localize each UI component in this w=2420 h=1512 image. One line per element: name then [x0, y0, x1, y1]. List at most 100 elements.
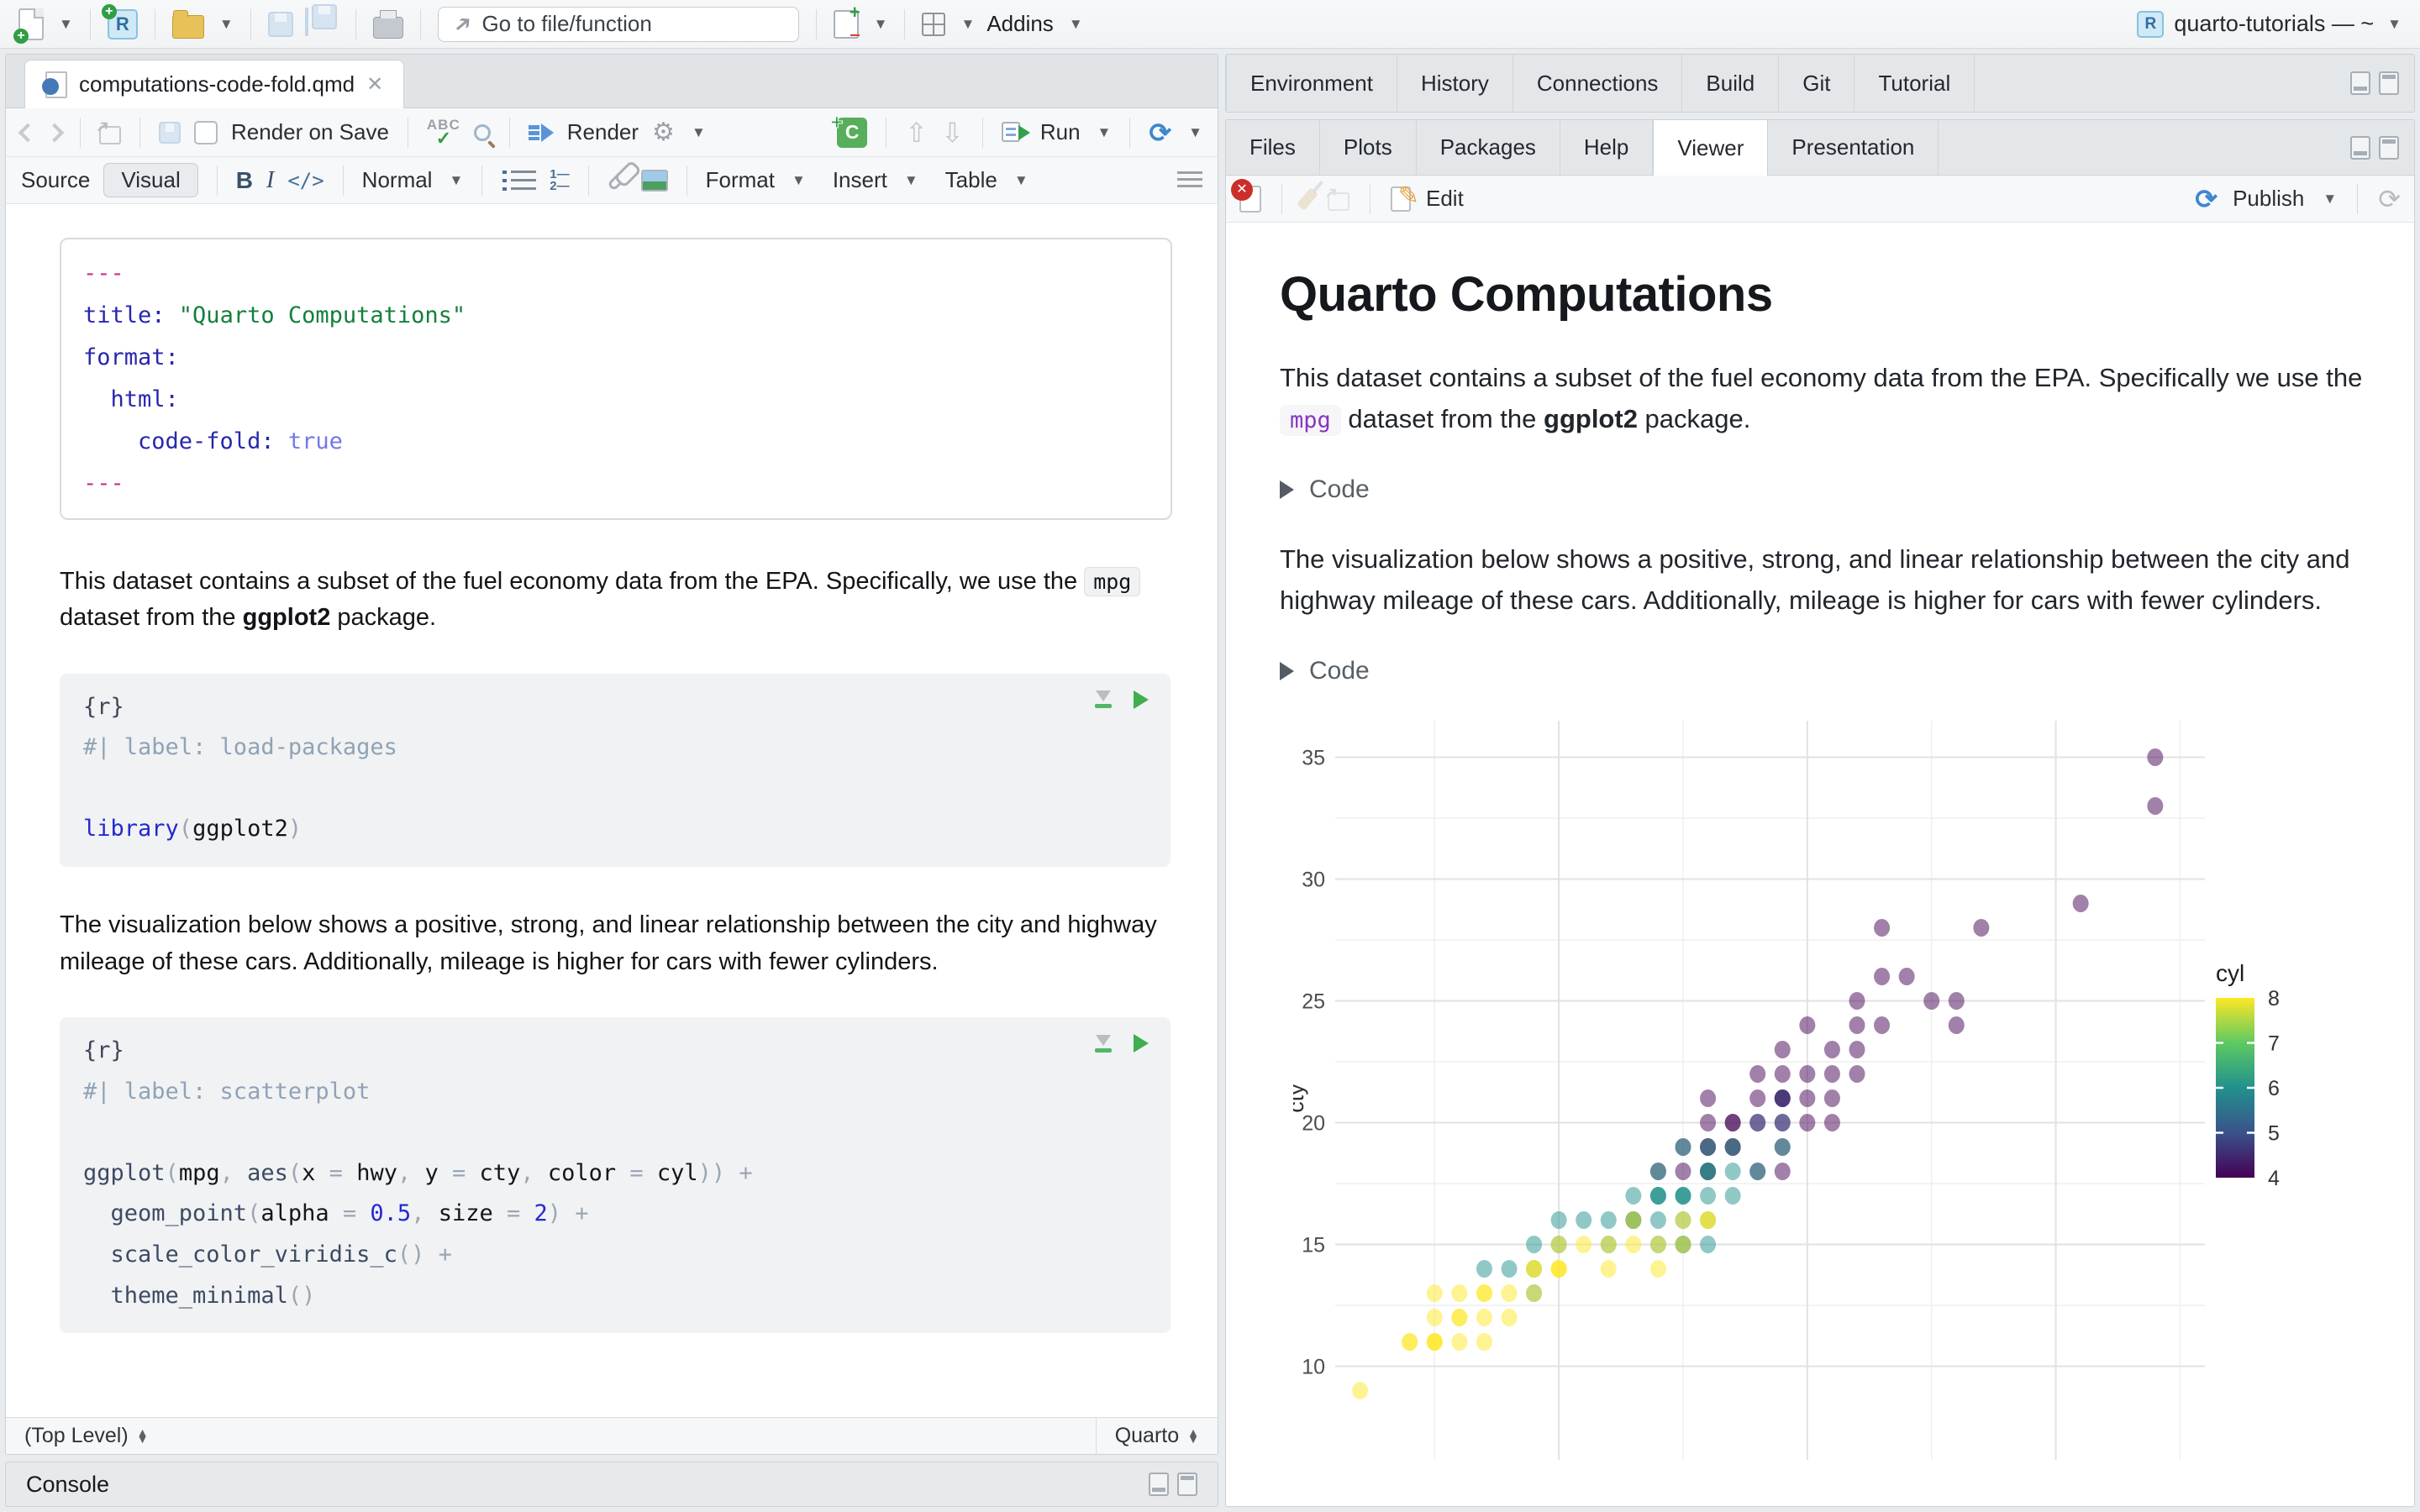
publish-dropdown-caret[interactable]: ▼ [2323, 191, 2337, 207]
gear-icon[interactable]: ⚙ [652, 118, 675, 147]
save-all-icon[interactable] [304, 3, 339, 39]
tab-files[interactable]: Files [1226, 120, 1320, 175]
code-format-icon[interactable]: </> [287, 169, 324, 192]
code-fold-toggle-1[interactable]: Code [1280, 475, 2414, 504]
addins-dropdown-caret[interactable]: ▼ [1069, 16, 1083, 33]
run-chunks-above-icon[interactable] [1095, 1034, 1112, 1053]
panes-layout-icon[interactable] [922, 12, 946, 36]
run-chunk-icon[interactable] [1134, 690, 1149, 709]
tab-tutorial[interactable]: Tutorial [1854, 55, 1975, 112]
code-fold-toggle-2[interactable]: Code [1280, 657, 2414, 685]
paragraph-style-caret[interactable]: ▼ [449, 172, 463, 189]
open-file-icon[interactable] [171, 9, 204, 39]
back-icon[interactable] [18, 123, 38, 142]
addins-menu[interactable]: Addins [986, 11, 1054, 37]
save-icon[interactable] [267, 11, 293, 37]
numbered-list-icon[interactable]: 1— 2— [550, 168, 569, 192]
image-icon[interactable] [640, 169, 668, 192]
bullet-list-icon[interactable] [502, 170, 537, 191]
minimize-icon[interactable] [2350, 71, 2370, 95]
table-menu[interactable]: Table [945, 167, 997, 193]
code-chunk-scatterplot[interactable]: {r} #| label: scatterplot ggplot(mpg, aes… [60, 1017, 1171, 1334]
tab-git[interactable]: Git [1779, 55, 1855, 112]
yaml-front-matter-block[interactable]: --- title: "Quarto Computations" format: h… [60, 238, 1172, 520]
rerun-icon[interactable]: ⟳ [1149, 117, 1171, 149]
project-selector[interactable]: R quarto-tutorials — ~ ▼ [2137, 10, 2402, 38]
run-chunks-above-icon[interactable] [1095, 690, 1112, 709]
stop-icon[interactable] [1231, 178, 1261, 213]
version-control-icon[interactable] [833, 2, 860, 45]
outline-location-selector[interactable]: (Top Level) ▲ ▼ [6, 1424, 1096, 1448]
version-control-dropdown-caret[interactable]: ▼ [874, 16, 888, 33]
data-point [1526, 1259, 1543, 1278]
render-button[interactable]: Render [567, 119, 639, 145]
find-replace-icon[interactable] [473, 123, 491, 141]
publish-icon[interactable]: ⟳ [2195, 183, 2217, 215]
tab-presentation[interactable]: Presentation [1768, 120, 1939, 175]
refresh-icon[interactable]: ⟳ [2378, 183, 2401, 215]
tab-packages[interactable]: Packages [1417, 120, 1560, 175]
run-button[interactable]: Run [1040, 119, 1081, 145]
forward-icon[interactable] [45, 123, 65, 142]
maximize-icon[interactable] [2379, 71, 2399, 95]
editor-content[interactable]: --- title: "Quarto Computations" format: h… [6, 204, 1218, 1417]
open-in-browser-icon[interactable] [1328, 192, 1349, 211]
format-menu[interactable]: Format [706, 167, 775, 193]
maximize-icon[interactable] [2379, 135, 2399, 160]
publish-button[interactable]: Publish [2233, 186, 2304, 212]
tab-viewer[interactable]: Viewer [1653, 120, 1769, 176]
edit-icon[interactable] [1391, 181, 1419, 212]
open-file-dropdown-caret[interactable]: ▼ [219, 16, 234, 33]
insert-chunk-icon[interactable]: C [830, 109, 868, 148]
tab-environment[interactable]: Environment [1226, 55, 1397, 112]
edit-button[interactable]: Edit [1426, 186, 1464, 212]
render-on-save-checkbox[interactable] [194, 120, 218, 144]
tab-connections[interactable]: Connections [1513, 55, 1683, 112]
tab-build[interactable]: Build [1682, 55, 1780, 112]
new-file-icon[interactable]: + [13, 8, 44, 44]
new-file-dropdown-caret[interactable]: ▼ [59, 16, 73, 33]
panes-dropdown-caret[interactable]: ▼ [960, 16, 975, 33]
close-tab-icon[interactable]: ✕ [366, 72, 383, 97]
outline-toggle-icon[interactable] [1177, 171, 1202, 190]
tab-history[interactable]: History [1397, 55, 1513, 112]
maximize-icon[interactable] [1177, 1473, 1197, 1496]
minimize-icon[interactable] [2350, 135, 2370, 160]
spellcheck-icon[interactable]: ABC ✓ [427, 118, 460, 147]
visual-mode-button[interactable]: Visual [103, 163, 198, 197]
run-icon[interactable] [1001, 121, 1030, 144]
insert-menu[interactable]: Insert [833, 167, 887, 193]
render-icon[interactable] [528, 123, 554, 142]
format-menu-caret[interactable]: ▼ [792, 172, 806, 189]
render-options-caret[interactable]: ▼ [692, 124, 706, 141]
print-icon[interactable] [372, 9, 403, 39]
bold-icon[interactable]: B [236, 167, 253, 194]
minimize-icon[interactable] [1149, 1473, 1169, 1496]
table-menu-caret[interactable]: ▼ [1014, 172, 1028, 189]
editor-paragraph-1[interactable]: This dataset contains a subset of the fu… [60, 564, 1172, 637]
go-next-section-icon[interactable]: ⇩ [941, 117, 964, 149]
code-token: , [520, 1159, 548, 1186]
insert-menu-caret[interactable]: ▼ [904, 172, 918, 189]
console-pane-header[interactable]: Console [5, 1462, 1218, 1507]
code-chunk-load-packages[interactable]: {r} #| label: load-packages library(ggplo… [60, 673, 1171, 867]
popout-window-icon[interactable] [99, 125, 121, 144]
tab-plots[interactable]: Plots [1320, 120, 1417, 175]
clear-viewer-icon[interactable] [1297, 186, 1318, 211]
save-document-icon[interactable] [159, 121, 181, 144]
code-token: = [629, 1159, 657, 1186]
document-type-selector[interactable]: Quarto ▲ ▼ [1095, 1418, 1218, 1454]
run-chunk-icon[interactable] [1134, 1034, 1149, 1053]
source-mode-button[interactable]: Source [21, 167, 90, 193]
run-dropdown-caret[interactable]: ▼ [1097, 124, 1112, 141]
new-project-icon[interactable]: R + [101, 3, 138, 39]
rerun-dropdown-caret[interactable]: ▼ [1188, 124, 1202, 141]
editor-paragraph-2[interactable]: The visualization below shows a positive… [60, 907, 1172, 980]
tab-help[interactable]: Help [1560, 120, 1654, 175]
italic-icon[interactable]: I [266, 167, 274, 194]
editor-tab-computations[interactable]: computations-code-fold.qmd ✕ [24, 60, 405, 108]
link-icon[interactable] [606, 169, 629, 192]
go-previous-section-icon[interactable]: ⇧ [905, 117, 928, 149]
paragraph-style-select[interactable]: Normal [362, 167, 433, 193]
goto-file-function-box[interactable]: ➔ Go to file/function [437, 6, 799, 42]
